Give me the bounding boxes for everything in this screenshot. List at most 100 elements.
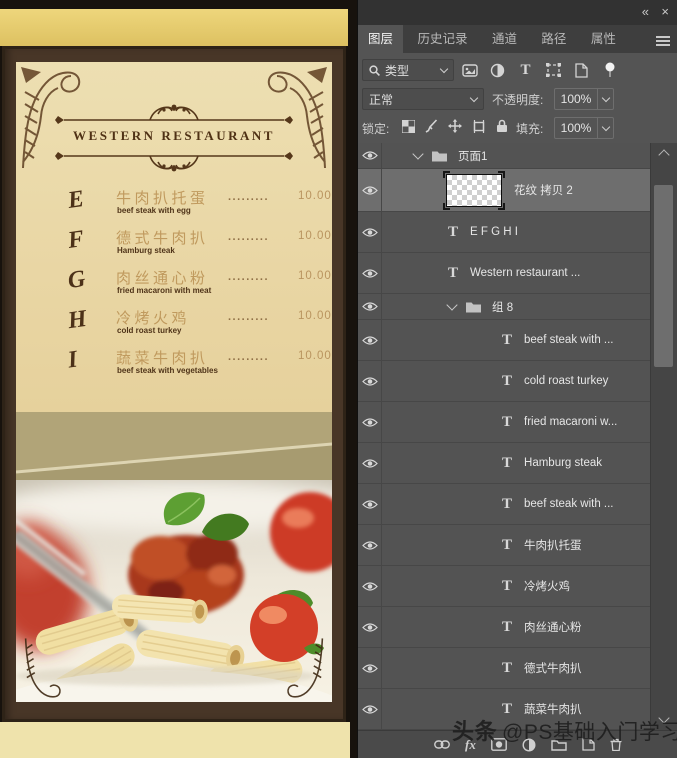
panel-top-strip: « ×: [358, 0, 677, 25]
visibility-toggle[interactable]: [358, 253, 382, 293]
tab-history[interactable]: 历史记录: [407, 25, 477, 53]
menu-header: WESTERN RESTAURANT: [54, 102, 294, 174]
type-layer-icon: T: [502, 536, 513, 553]
opacity-value[interactable]: 100%: [554, 88, 598, 110]
layer-row[interactable]: T Western restaurant ...: [358, 253, 651, 294]
lock-position-move-icon[interactable]: [448, 119, 462, 133]
filter-shape-layers-icon[interactable]: [544, 61, 563, 80]
eye-icon: [361, 268, 378, 278]
layer-row[interactable]: 组 8: [358, 294, 651, 320]
layer-row[interactable]: T 德式牛肉扒: [358, 648, 651, 689]
filter-smart-objects-icon[interactable]: [572, 61, 591, 80]
lock-artboard-icon[interactable]: [472, 119, 486, 133]
filter-adjustment-layers-icon[interactable]: [488, 61, 507, 80]
visibility-toggle[interactable]: [358, 443, 382, 483]
type-layer-icon: T: [502, 372, 513, 389]
type-layer-icon: T: [502, 413, 513, 430]
visibility-toggle[interactable]: [358, 525, 382, 565]
lock-transparency-icon[interactable]: [402, 119, 415, 133]
layer-name: 组 8: [492, 301, 514, 314]
layer-row[interactable]: Tfried macaroni w...: [358, 402, 651, 443]
tab-channels[interactable]: 通道: [482, 25, 527, 53]
fill-value[interactable]: 100%: [554, 117, 598, 139]
layers-list: 页面1 花纹 拷贝 2 T E F G H I T Western restaurant …: [358, 143, 677, 730]
panel-menu-icon[interactable]: [656, 36, 670, 38]
visibility-toggle[interactable]: [358, 484, 382, 524]
filter-type-layers-icon[interactable]: T: [516, 61, 535, 80]
watermark-text: @PS基础入门学习: [502, 721, 677, 744]
opacity-chevron[interactable]: [598, 88, 614, 110]
fill-label: 填充:: [516, 122, 544, 136]
layer-name: fried macaroni w...: [524, 416, 618, 428]
menu-item-price: 10.00: [298, 350, 332, 362]
filter-kind-dropdown[interactable]: 类型: [362, 59, 454, 81]
document-canvas: WESTERN RESTAURANT E 牛肉扒托蛋 beef steak with…: [0, 0, 357, 758]
layer-row[interactable]: Tcold roast turkey: [358, 361, 651, 402]
eye-icon: [361, 227, 378, 237]
menu-item-name-zh: 德式牛肉扒: [116, 230, 209, 247]
eye-icon: [361, 499, 378, 509]
menu-item-name-en: beef steak with vegetables: [117, 366, 218, 375]
layer-name: 冷烤火鸡: [524, 581, 571, 593]
visibility-toggle[interactable]: [358, 402, 382, 442]
layers-scrollbar[interactable]: [650, 143, 677, 730]
close-panel-icon[interactable]: ×: [661, 4, 669, 20]
layer-row[interactable]: T Hamburg steak: [358, 443, 651, 484]
visibility-toggle[interactable]: [358, 169, 382, 211]
eye-icon: [361, 417, 378, 427]
fill-chevron[interactable]: [598, 117, 614, 139]
layer-thumbnail[interactable]: [443, 170, 505, 210]
menu-item-price: 10.00: [298, 190, 332, 202]
tab-layers[interactable]: 图层: [358, 25, 404, 53]
menu-page: WESTERN RESTAURANT E 牛肉扒托蛋 beef steak with…: [16, 62, 332, 412]
type-layer-icon: T: [448, 264, 459, 281]
menu-item-name-en: Hamburg steak: [117, 246, 175, 255]
layer-row[interactable]: TE F G H I: [358, 212, 651, 253]
eye-icon: [361, 663, 378, 673]
layer-row[interactable]: 花纹 拷贝 2: [358, 169, 651, 212]
lock-label: 锁定:: [362, 122, 390, 136]
collapse-panels-icon[interactable]: «: [642, 4, 649, 20]
visibility-toggle[interactable]: [358, 361, 382, 401]
tab-properties[interactable]: 属性: [581, 25, 626, 53]
visibility-toggle[interactable]: [358, 566, 382, 606]
menu-item-leader: .........: [228, 231, 270, 243]
link-layers-icon[interactable]: [434, 740, 450, 749]
layer-row[interactable]: T 牛肉扒托蛋: [358, 525, 651, 566]
eye-icon: [361, 540, 378, 550]
visibility-toggle[interactable]: [358, 607, 382, 647]
blend-mode-dropdown[interactable]: 正常: [362, 88, 484, 110]
blend-mode-value: 正常: [369, 92, 394, 107]
layer-name: 肉丝通心粉: [524, 622, 582, 634]
layer-name: 花纹 拷贝 2: [514, 185, 573, 197]
visibility-toggle[interactable]: [358, 294, 382, 319]
visibility-toggle[interactable]: [358, 689, 382, 729]
filter-pixel-layers-icon[interactable]: [460, 61, 479, 80]
lock-all-icon[interactable]: [496, 119, 508, 133]
scrollbar-thumb[interactable]: [654, 185, 673, 367]
layer-row[interactable]: T 肉丝通心粉: [358, 607, 651, 648]
visibility-toggle[interactable]: [358, 143, 382, 168]
layer-row[interactable]: Tbeef steak with ...: [358, 484, 651, 525]
lock-pixels-brush-icon[interactable]: [425, 119, 438, 133]
tab-paths[interactable]: 路径: [531, 25, 576, 53]
expand-chevron-icon[interactable]: [412, 147, 424, 160]
visibility-toggle[interactable]: [358, 648, 382, 688]
menu-item-price: 10.00: [298, 230, 332, 242]
watermark-bold: 头条: [452, 719, 498, 744]
menu-item-letter: G: [66, 265, 87, 295]
menu-item-letter: F: [66, 226, 86, 254]
visibility-toggle[interactable]: [358, 212, 382, 252]
eye-icon: [361, 622, 378, 632]
menu-item: G 肉丝通心粉 fried macaroni with meat......... 1…: [16, 265, 332, 307]
filter-toggle-pin-icon[interactable]: [600, 61, 619, 80]
scroll-up-icon[interactable]: [658, 149, 670, 161]
layer-name: cold roast turkey: [524, 375, 609, 387]
visibility-toggle[interactable]: [358, 320, 382, 360]
layer-row[interactable]: 页面1: [358, 143, 651, 169]
layer-row[interactable]: Tbeef steak with ...: [358, 320, 651, 361]
eye-icon: [361, 581, 378, 591]
expand-chevron-icon[interactable]: [446, 298, 458, 311]
menu-item-leader: .........: [228, 191, 270, 203]
layer-row[interactable]: T 冷烤火鸡: [358, 566, 651, 607]
